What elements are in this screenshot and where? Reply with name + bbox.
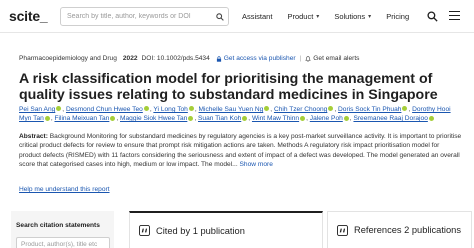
nav-assistant-label: Assistant bbox=[242, 12, 273, 21]
orcid-icon[interactable] bbox=[428, 115, 434, 121]
search-button[interactable] bbox=[211, 8, 228, 25]
email-alerts-button[interactable]: Get email alerts bbox=[305, 55, 359, 62]
search-icon bbox=[427, 11, 438, 22]
scite-paper-page: scite_ Assistant Product▾ Solutions▾ Pri… bbox=[0, 0, 474, 248]
chevron-down-icon: ▾ bbox=[316, 14, 320, 20]
logo-text: scite bbox=[9, 8, 40, 24]
bell-icon bbox=[305, 55, 311, 62]
orcid-icon[interactable] bbox=[188, 115, 194, 121]
orcid-icon[interactable] bbox=[402, 106, 408, 112]
nav-pricing[interactable]: Pricing bbox=[386, 12, 409, 21]
paper-meta: Pharmacoepidemiology and Drug 2022 DOI: … bbox=[19, 55, 359, 62]
top-nav: scite_ Assistant Product▾ Solutions▾ Pri… bbox=[0, 0, 474, 33]
author-link[interactable]: Suan Tian Koh bbox=[198, 115, 241, 122]
help-understand-link[interactable]: Help me understand this report bbox=[19, 186, 110, 193]
publisher-access-label: Get access via publisher bbox=[223, 55, 296, 62]
author-link[interactable]: Doris Sock Tin Phuah bbox=[338, 106, 401, 113]
nav-product-label: Product bbox=[287, 12, 314, 21]
author-link[interactable]: Chih Tzer Choong bbox=[274, 106, 327, 113]
author-link[interactable]: Sreemanee Raaj Dorajoo bbox=[353, 115, 427, 122]
scite-logo[interactable]: scite_ bbox=[9, 8, 48, 24]
chevron-down-icon: ▾ bbox=[368, 14, 372, 20]
orcid-icon[interactable] bbox=[110, 115, 116, 121]
author-link[interactable]: Pei San Ang bbox=[19, 106, 55, 113]
nav-solutions[interactable]: Solutions ▾ bbox=[334, 12, 371, 21]
quote-icon-wrapper bbox=[139, 225, 150, 236]
email-alerts-label: Get email alerts bbox=[313, 55, 360, 62]
publication-year: 2022 bbox=[122, 55, 138, 62]
orcid-icon[interactable] bbox=[242, 115, 248, 121]
publisher-access-link[interactable]: Get access via publisher bbox=[216, 55, 296, 62]
quote-icon bbox=[139, 225, 150, 236]
author-list: Pei San Ang, Desmond Chun Hwee Teo, Yi L… bbox=[19, 105, 459, 124]
show-more-link[interactable]: Show more bbox=[238, 161, 273, 168]
citation-search-panel: Search citation statements bbox=[11, 211, 114, 248]
nav-pricing-label: Pricing bbox=[386, 12, 410, 21]
tab-cited-by[interactable]: Cited by 1 publication bbox=[129, 211, 323, 248]
citation-search-input[interactable] bbox=[16, 237, 110, 248]
quote-icon-wrapper bbox=[337, 224, 348, 236]
doi[interactable]: DOI: 10.1002/pds.5434 bbox=[142, 55, 210, 62]
author-link[interactable]: Desmond Chun Hwee Teo bbox=[66, 106, 143, 113]
abstract: Abstract: Background Monitoring for subs… bbox=[19, 132, 462, 169]
orcid-icon[interactable] bbox=[188, 106, 194, 112]
orcid-icon[interactable] bbox=[328, 106, 334, 112]
lock-icon bbox=[216, 55, 221, 62]
search-box bbox=[60, 7, 229, 26]
nav-links: Assistant Product ▾ Solutions ▾ Pricing bbox=[242, 12, 424, 21]
nav-search-button[interactable] bbox=[427, 9, 438, 27]
paper-title: A risk classification model for prioriti… bbox=[19, 71, 438, 103]
abstract-label: Abstract: bbox=[19, 133, 48, 140]
nav-solutions-label: Solutions bbox=[334, 12, 366, 21]
author-link[interactable]: Yi Long Toh bbox=[153, 106, 187, 113]
orcid-icon[interactable] bbox=[343, 115, 349, 121]
meta-separator: | bbox=[299, 55, 302, 62]
journal-name[interactable]: Pharmacoepidemiology and Drug bbox=[19, 55, 117, 62]
author-link[interactable]: Maggie Siok Hwee Tan bbox=[120, 115, 187, 122]
author-link[interactable]: Jalene Poh bbox=[310, 115, 343, 122]
orcid-icon[interactable] bbox=[56, 106, 62, 112]
tab-references-label: References 2 publications bbox=[354, 225, 461, 235]
tab-cited-by-label: Cited by 1 publication bbox=[156, 225, 245, 236]
nav-assistant[interactable]: Assistant bbox=[242, 12, 272, 21]
orcid-icon[interactable] bbox=[143, 106, 149, 112]
orcid-icon[interactable] bbox=[300, 115, 306, 121]
orcid-icon[interactable] bbox=[44, 115, 50, 121]
quote-icon bbox=[337, 224, 348, 236]
author-link[interactable]: Wint Maw Thinn bbox=[252, 115, 299, 122]
author-link[interactable]: Michelle Sau Yuen Ng bbox=[199, 106, 264, 113]
nav-product[interactable]: Product ▾ bbox=[287, 12, 319, 21]
search-input[interactable] bbox=[61, 13, 211, 20]
menu-icon[interactable] bbox=[449, 11, 460, 20]
orcid-icon[interactable] bbox=[264, 106, 270, 112]
logo-underscore: _ bbox=[39, 8, 48, 24]
search-icon bbox=[215, 12, 224, 21]
author-link[interactable]: Filina Meixuan Tan bbox=[54, 115, 109, 122]
tab-references[interactable]: References 2 publications bbox=[327, 211, 472, 248]
citation-search-label: Search citation statements bbox=[16, 222, 100, 229]
